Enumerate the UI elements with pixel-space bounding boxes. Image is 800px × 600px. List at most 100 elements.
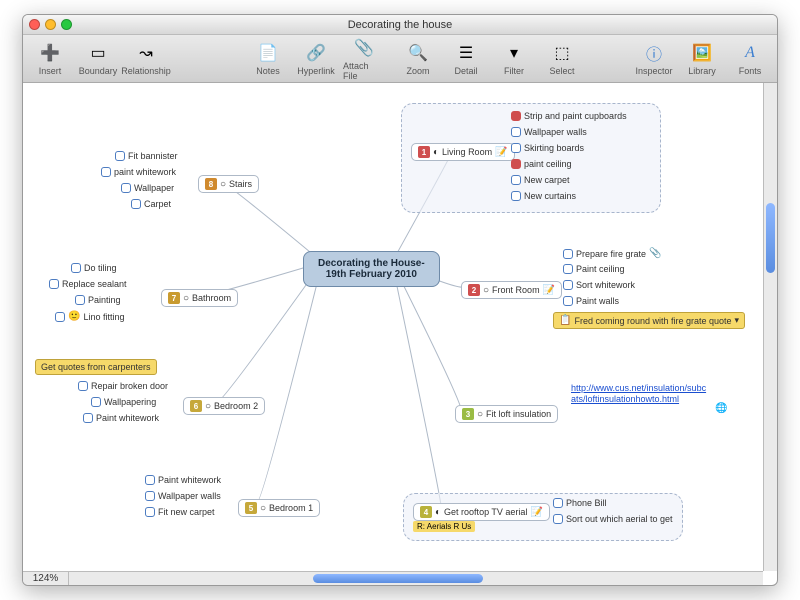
paperclip-icon[interactable]: 📎 [649,248,661,259]
zoom-tool-button[interactable]: 🔍Zoom [397,37,439,81]
titlebar[interactable]: Decorating the house [23,15,777,35]
central-topic[interactable]: Decorating the House- 19th February 2010 [303,251,440,287]
checkbox-icon[interactable] [563,280,573,290]
sub-item[interactable]: Paint whitework [83,413,159,423]
chevron-down-icon[interactable]: ▾ [735,315,740,326]
sub-item[interactable]: Strip and paint cupboards [511,111,627,121]
checkbox-icon[interactable] [121,183,131,193]
checkbox-icon[interactable] [511,127,521,137]
sub-item[interactable]: Wallpaper walls [511,127,587,137]
boundary-note[interactable]: Get quotes from carpenters [35,359,157,375]
sub-item[interactable]: New curtains [511,191,576,201]
sub-item[interactable]: Skirting boards [511,143,584,153]
sub-item[interactable]: Wallpapering [91,397,156,407]
sub-item[interactable]: Paint walls [563,296,619,306]
topic-bedroom2[interactable]: 6 ○ Bedroom 2 [183,397,265,415]
sub-item[interactable]: 🙂Lino fitting [55,311,124,322]
checkbox-icon[interactable] [115,151,125,161]
zoom-level[interactable]: 124% [23,572,69,585]
sub-item[interactable]: Carpet [131,199,171,209]
horizontal-scrollbar[interactable]: 124% [23,571,763,585]
sub-item[interactable]: Fit new carpet [145,507,215,517]
checkbox-icon[interactable] [553,498,563,508]
checkbox-icon[interactable] [78,381,88,391]
checkbox-icon[interactable] [91,397,101,407]
checkbox-icon[interactable] [101,167,111,177]
sub-item[interactable]: Paint whitework [145,475,221,485]
select-button[interactable]: ⬚Select [541,37,583,81]
insert-button[interactable]: ➕Insert [29,37,71,81]
topic-bedroom1[interactable]: 5 ○ Bedroom 1 [238,499,320,517]
sub-item[interactable]: Sort out which aerial to get [553,514,673,524]
scroll-thumb[interactable] [766,203,775,273]
sub-item[interactable]: Wallpaper [121,183,174,193]
checkbox-icon[interactable] [55,312,65,322]
mindmap-canvas[interactable]: Decorating the House- 19th February 2010… [23,83,763,571]
vertical-scrollbar[interactable] [763,83,777,571]
topic-bathroom[interactable]: 7 ○ Bathroom [161,289,238,307]
callout-note[interactable]: 📋Fred coming round with fire grate quote… [553,312,745,329]
topic-living-room[interactable]: 1 ◐ Living Room 📝 [411,143,515,161]
checkbox-icon[interactable] [145,475,155,485]
checkbox-icon[interactable] [145,491,155,501]
sub-item[interactable]: Repair broken door [78,381,168,391]
checkbox-icon[interactable] [49,279,59,289]
notes-icon[interactable]: 📝 [495,147,507,158]
checkbox-icon[interactable] [563,264,573,274]
priority-5-icon: 5 [245,502,257,514]
notes-icon[interactable]: 📝 [530,507,542,518]
boundary-button[interactable]: ▭Boundary [77,37,119,81]
window-title: Decorating the house [23,19,777,31]
toolbar: ➕Insert ▭Boundary ↝Relationship 📄Notes 🔗… [23,35,777,83]
sub-item[interactable]: Fit bannister [115,151,178,161]
checkbox-checked-icon[interactable] [511,111,521,121]
filter-button[interactable]: ▾Filter [493,37,535,81]
topic-loft[interactable]: 3 ○ Fit loft insulation [455,405,558,423]
checkbox-icon[interactable] [511,191,521,201]
checkbox-icon[interactable] [83,413,93,423]
sub-item[interactable]: Painting [75,295,121,305]
relationship-button[interactable]: ↝Relationship [125,37,167,81]
filter-icon: ▾ [503,42,525,64]
topic-rooftop[interactable]: 4 ◐ Get rooftop TV aerial 📝 [413,503,550,521]
paperclip-icon: 📎 [353,37,375,59]
sub-item[interactable]: Replace sealant [49,279,127,289]
topic-stairs[interactable]: 8 ○ Stairs [198,175,259,193]
checkbox-icon[interactable] [511,175,521,185]
notes-icon[interactable]: 📝 [543,285,555,296]
inspector-button[interactable]: ⓘInspector [633,37,675,81]
checkbox-icon[interactable] [71,263,81,273]
checkbox-icon[interactable] [563,249,573,259]
checkbox-icon[interactable] [563,296,573,306]
hyperlink-button[interactable]: 🔗Hyperlink [295,37,337,81]
checkbox-icon[interactable] [131,199,141,209]
plus-icon: ➕ [39,42,61,64]
checkbox-icon[interactable] [511,143,521,153]
sub-item[interactable]: Phone Bill [553,498,607,508]
globe-icon[interactable]: 🌐 [715,403,727,414]
fonts-button[interactable]: AFonts [729,37,771,81]
sub-item[interactable]: Prepare fire grate📎 [563,248,662,259]
checkbox-icon[interactable] [145,507,155,517]
topic-label: Bathroom [192,293,231,303]
checkbox-icon[interactable] [75,295,85,305]
attach-button[interactable]: 📎Attach File [343,37,385,81]
notes-button[interactable]: 📄Notes [247,37,289,81]
detail-button[interactable]: ☰Detail [445,37,487,81]
sub-item[interactable]: paint ceiling [511,159,572,169]
sub-item[interactable]: Paint ceiling [563,264,625,274]
library-button[interactable]: 🖼️Library [681,37,723,81]
hyperlink[interactable]: http://www.cus.net/insulation/subcats/lo… [571,383,711,405]
scroll-thumb[interactable] [313,574,483,583]
progress-icon: ◐ [433,147,439,158]
sub-item[interactable]: paint whitework [101,167,176,177]
sub-item[interactable]: Do tiling [71,263,117,273]
sub-item[interactable]: Sort whitework [563,280,635,290]
checkbox-checked-icon[interactable] [511,159,521,169]
priority-3-icon: 3 [462,408,474,420]
topic-front-room[interactable]: 2 ○ Front Room 📝 [461,281,562,299]
checkbox-icon[interactable] [553,514,563,524]
sub-item[interactable]: Wallpaper walls [145,491,221,501]
progress-icon: ◐ [435,507,441,518]
sub-item[interactable]: New carpet [511,175,570,185]
